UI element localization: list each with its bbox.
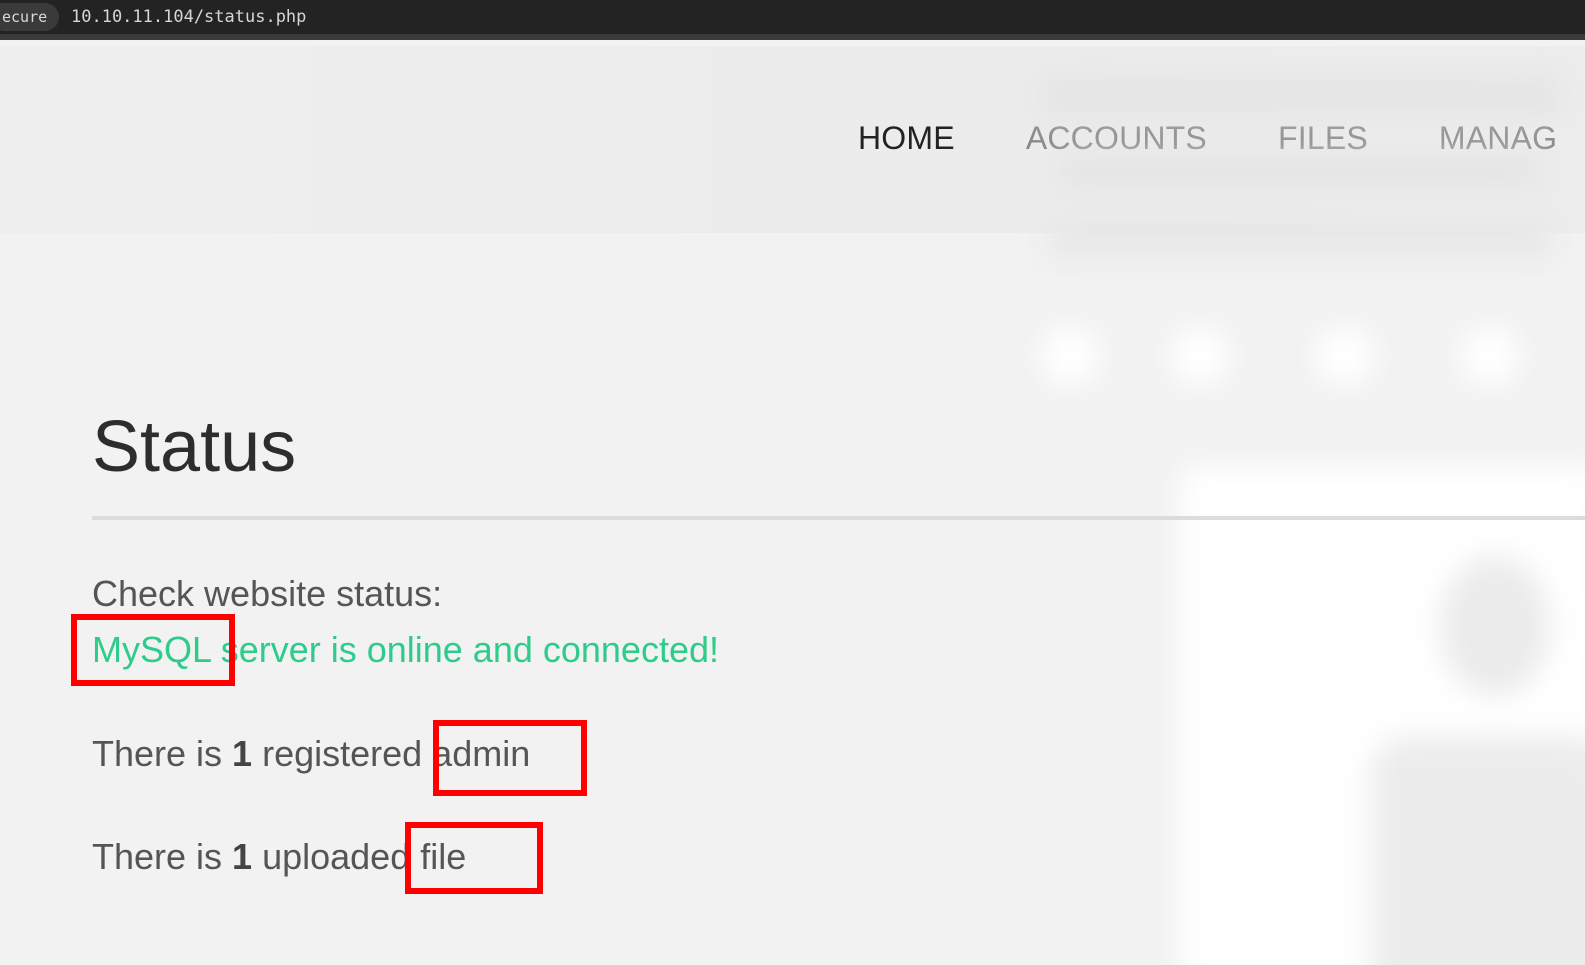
check-status-label: Check website status: (92, 573, 443, 614)
main-nav: HOME ACCOUNTS FILES MANAG (858, 118, 1585, 158)
admin-count-suffix: registered admin (252, 733, 531, 774)
admin-count-prefix: There is (92, 733, 233, 774)
file-count-suffix: uploaded file (252, 836, 467, 877)
site-header: HOME ACCOUNTS FILES MANAG (0, 46, 1585, 233)
main-content: Status Check website status: MySQL serve… (92, 233, 1585, 965)
file-count-prefix: There is (92, 836, 233, 877)
nav-files[interactable]: FILES (1278, 118, 1368, 158)
mysql-status-message: MySQL server is online and connected! (92, 629, 719, 670)
nav-manage[interactable]: MANAG (1439, 118, 1557, 158)
nav-accounts[interactable]: ACCOUNTS (1026, 118, 1207, 158)
page: ecure 10.10.11.104/status.php HOME ACCOU… (0, 0, 1585, 965)
security-indicator[interactable]: ecure (0, 3, 60, 31)
admin-count-value: 1 (232, 733, 253, 774)
title-divider (92, 516, 1585, 520)
file-count-value: 1 (232, 836, 253, 877)
file-count-line: There is 1 uploaded file (92, 836, 466, 878)
url-field[interactable]: 10.10.11.104/status.php (71, 3, 306, 31)
page-title: Status (92, 407, 297, 487)
browser-address-bar: ecure 10.10.11.104/status.php (0, 0, 1585, 40)
admin-count-line: There is 1 registered admin (92, 733, 530, 775)
nav-home[interactable]: HOME (858, 118, 955, 158)
